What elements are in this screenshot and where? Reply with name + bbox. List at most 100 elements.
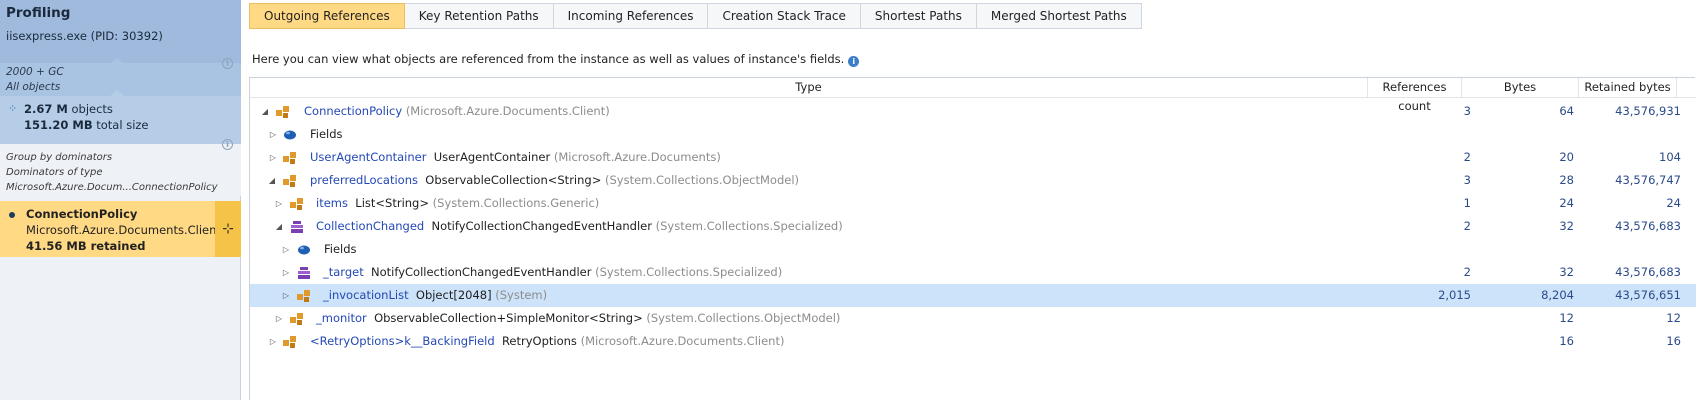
class-icon	[290, 198, 303, 210]
filter-snapshot: 2000 + GC	[6, 66, 64, 78]
row-label: ConnectionPolicy (Microsoft.Azure.Docume…	[304, 104, 610, 118]
retained-bytes: 43,576,683	[1615, 265, 1681, 279]
row-label: preferredLocations ObservableCollection<…	[310, 173, 800, 187]
selected-object-namespace: Microsoft.Azure.Documents.Client	[26, 223, 221, 237]
table-row[interactable]: ◢ ConnectionPolicy (Microsoft.Azure.Docu…	[250, 100, 1696, 123]
tab-merged-shortest-paths[interactable]: Merged Shortest Paths	[976, 3, 1142, 29]
row-label: CollectionChanged NotifyCollectionChange…	[316, 219, 843, 233]
expand-triangle-icon[interactable]: ▷	[281, 284, 291, 307]
fields-icon	[284, 130, 296, 140]
row-label: UserAgentContainer UserAgentContainer (M…	[310, 150, 721, 164]
bytes: 8,204	[1541, 288, 1574, 302]
process-name: iisexpress.exe (PID: 30392)	[6, 29, 163, 43]
expand-triangle-icon[interactable]: ▷	[274, 192, 284, 215]
collapse-triangle-icon[interactable]: ◢	[267, 169, 277, 192]
column-header-type[interactable]: Type	[250, 78, 1367, 98]
bytes: 12	[1559, 311, 1574, 325]
column-header-references-count[interactable]: References count	[1367, 78, 1461, 113]
row-label: items List<String> (System.Collections.G…	[316, 196, 600, 210]
row-label: _invocationList Object[2048] (System)	[323, 288, 548, 302]
collapse-triangle-icon[interactable]: ◢	[260, 100, 270, 123]
tab-key-retention-paths[interactable]: Key Retention Paths	[404, 3, 554, 29]
references-count: 2	[1463, 265, 1471, 279]
class-icon	[283, 175, 296, 187]
references-count: 3	[1463, 104, 1471, 118]
fields-label: Fields	[310, 127, 343, 141]
fields-label: Fields	[324, 242, 357, 256]
expand-triangle-icon[interactable]: ▷	[281, 238, 291, 261]
references-count	[1367, 330, 1471, 353]
info-icon[interactable]: i	[848, 56, 860, 67]
objects-count: 2.67 M	[24, 102, 68, 116]
column-header-spacer	[1676, 78, 1696, 98]
selected-object[interactable]: ConnectionPolicy Microsoft.Azure.Documen…	[0, 201, 241, 257]
column-header-bytes[interactable]: Bytes	[1461, 78, 1578, 98]
profiling-header: Profiling iisexpress.exe (PID: 30392)	[0, 0, 241, 64]
table-row[interactable]: ▷ items List<String> (System.Collections…	[250, 192, 1696, 215]
class-icon	[276, 106, 289, 118]
retained-bytes: 12	[1666, 311, 1681, 325]
pick-object-button[interactable]: ⊹	[215, 201, 241, 257]
row-label: _target NotifyCollectionChangedEventHand…	[323, 265, 783, 279]
bytes: 64	[1559, 104, 1574, 118]
expand-triangle-icon[interactable]: ▷	[268, 123, 278, 146]
tab-outgoing-references[interactable]: Outgoing References	[249, 3, 405, 29]
retained-bytes: 16	[1666, 334, 1681, 348]
filter-summary[interactable]: 2000 + GC All objects i	[0, 58, 241, 96]
bytes: 16	[1559, 334, 1574, 348]
table-row[interactable]: ▷ Fields	[250, 123, 1696, 146]
references-count: 1	[1463, 196, 1471, 210]
retained-bytes: 43,576,651	[1615, 288, 1681, 302]
info-icon[interactable]: i	[222, 139, 233, 150]
tab-creation-stack-trace[interactable]: Creation Stack Trace	[708, 3, 861, 29]
expand-triangle-icon[interactable]: ▷	[268, 146, 278, 169]
selected-bullet-icon	[9, 212, 15, 218]
references-count: 2	[1463, 150, 1471, 164]
retained-bytes: 43,576,683	[1615, 219, 1681, 233]
tab-shortest-paths[interactable]: Shortest Paths	[860, 3, 977, 29]
bytes: 32	[1559, 219, 1574, 233]
table-row[interactable]: ◢ preferredLocations ObservableCollectio…	[250, 169, 1696, 192]
table-row[interactable]: ▷ <RetryOptions>k__BackingField RetryOpt…	[250, 330, 1696, 353]
table-row[interactable]: ▷ _target NotifyCollectionChangedEventHa…	[250, 261, 1696, 284]
group-by-info[interactable]: Group by dominators Dominators of type M…	[0, 139, 241, 196]
references-count: 2,015	[1438, 288, 1471, 302]
references-count	[1367, 307, 1471, 330]
retained-bytes: 43,576,747	[1615, 173, 1681, 187]
table-row[interactable]: ◢ CollectionChanged NotifyCollectionChan…	[250, 215, 1696, 238]
expand-triangle-icon[interactable]: ▷	[281, 261, 291, 284]
table-row-selected[interactable]: ▷ _invocationList Object[2048] (System) …	[250, 284, 1696, 307]
retained-bytes: 104	[1659, 150, 1681, 164]
row-label: _monitor ObservableCollection+SimpleMoni…	[316, 311, 841, 325]
crosshair-icon: ⊹	[222, 221, 234, 237]
bytes: 28	[1559, 173, 1574, 187]
retained-bytes: 43,576,931	[1615, 104, 1681, 118]
selected-object-name: ConnectionPolicy	[26, 207, 138, 221]
fields-icon	[298, 245, 310, 255]
total-size-label: total size	[96, 118, 149, 132]
bytes: 24	[1559, 196, 1574, 210]
expand-triangle-icon[interactable]: ▷	[274, 307, 284, 330]
references-count: 3	[1463, 173, 1471, 187]
class-icon	[283, 336, 296, 348]
table-row[interactable]: ▷ UserAgentContainer UserAgentContainer …	[250, 146, 1696, 169]
object-stats: ⁘ 2.67 M objects 151.20 MB total size	[0, 96, 241, 144]
column-header-retained-bytes[interactable]: Retained bytes	[1578, 78, 1676, 98]
analysis-tabs: Outgoing References Key Retention Paths …	[249, 3, 1142, 29]
tab-incoming-references[interactable]: Incoming References	[553, 3, 709, 29]
table-row[interactable]: ▷ Fields	[250, 238, 1696, 261]
objects-icon: ⁘	[8, 102, 18, 115]
delegate-icon	[291, 221, 303, 233]
description-text: Here you can view what objects are refer…	[252, 52, 845, 66]
class-icon	[290, 313, 303, 325]
view-description: Here you can view what objects are refer…	[252, 52, 860, 67]
collapse-triangle-icon[interactable]: ◢	[274, 215, 284, 238]
delegate-icon	[298, 267, 310, 279]
table-row[interactable]: ▷ _monitor ObservableCollection+SimpleMo…	[250, 307, 1696, 330]
info-icon[interactable]: i	[222, 58, 233, 69]
grid-header: Type References count Bytes Retained byt…	[250, 78, 1696, 113]
references-count: 2	[1463, 219, 1471, 233]
bytes: 20	[1559, 150, 1574, 164]
bytes: 32	[1559, 265, 1574, 279]
expand-triangle-icon[interactable]: ▷	[268, 330, 278, 353]
